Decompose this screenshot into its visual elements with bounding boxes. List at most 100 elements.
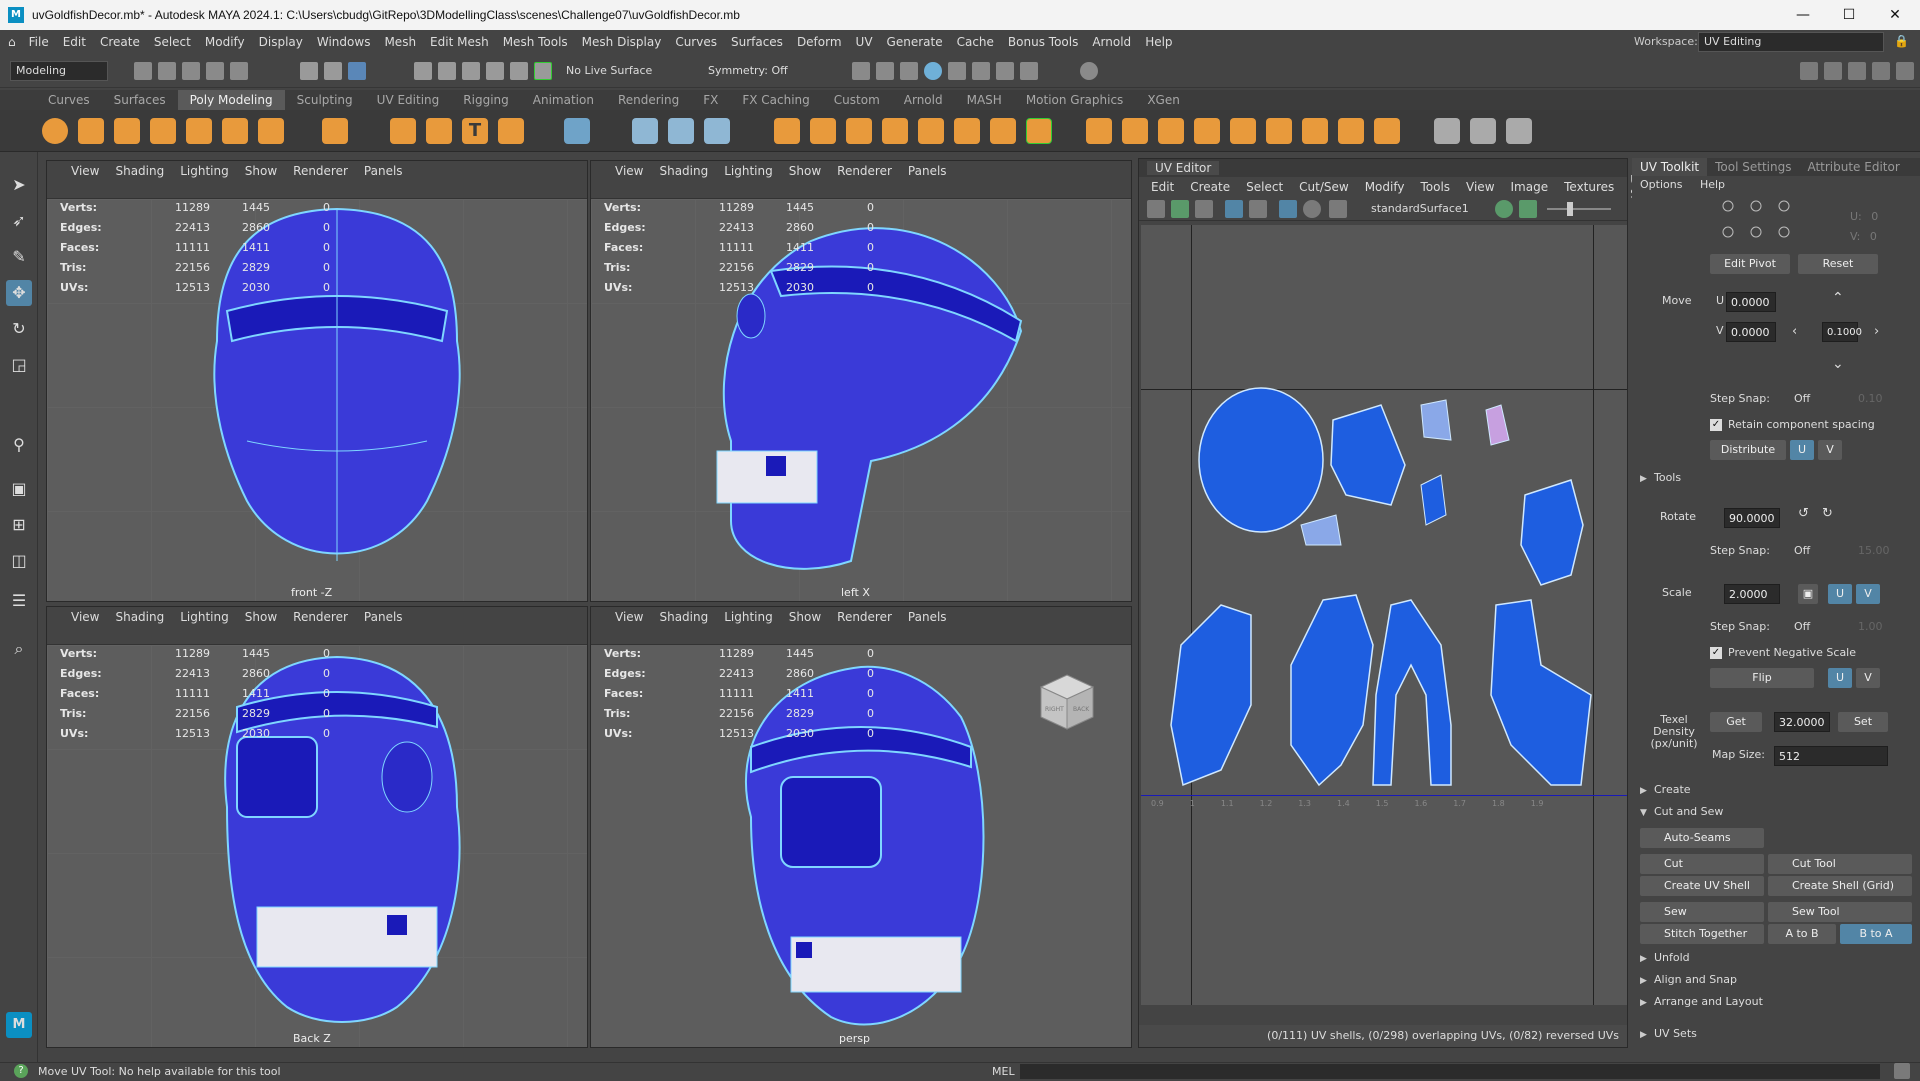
poly-cylinder-icon[interactable]	[114, 118, 140, 144]
poly-cube-icon[interactable]	[78, 118, 104, 144]
last-tool-icon[interactable]: ⚲	[6, 432, 32, 458]
shelf-tab-fx-caching[interactable]: FX Caching	[730, 90, 821, 110]
vp-menu-panels[interactable]: Panels	[900, 164, 955, 178]
viewport-toolbar[interactable]	[47, 181, 587, 199]
uv-slider-track[interactable]	[1547, 208, 1611, 210]
uv-menu-cut-sew[interactable]: Cut/Sew	[1291, 180, 1357, 194]
menu-curves[interactable]: Curves	[668, 35, 724, 49]
viewport-toolbar[interactable]	[591, 181, 1131, 199]
distribute-button[interactable]: Distribute	[1710, 440, 1786, 460]
uv-menu-image[interactable]: Image	[1503, 180, 1557, 194]
bridge-icon[interactable]	[1122, 118, 1148, 144]
select-object-icon[interactable]	[324, 62, 342, 80]
move-up-icon[interactable]: ⌃	[1832, 290, 1844, 306]
combine-icon[interactable]	[774, 118, 800, 144]
scale-step-snap-value[interactable]: 1.00	[1858, 620, 1883, 633]
menu-set-dropdown[interactable]: Modeling	[10, 61, 108, 81]
lock-icon[interactable]: 🔒	[1894, 34, 1909, 48]
four-view-icon[interactable]: ⊞	[6, 512, 32, 538]
reset-pivot-button[interactable]: Reset	[1798, 254, 1878, 274]
uv-menu-select[interactable]: Select	[1238, 180, 1291, 194]
menu-generate[interactable]: Generate	[880, 35, 950, 49]
uv-sets-section[interactable]: ▶ UV Sets	[1640, 1024, 1910, 1044]
workspace-dropdown[interactable]: UV Editing	[1698, 32, 1884, 52]
uv-dim-icon[interactable]	[1249, 200, 1267, 218]
vp-menu-show[interactable]: Show	[781, 610, 829, 624]
rotate-tool-icon[interactable]: ↻	[6, 316, 32, 342]
separate-icon[interactable]	[810, 118, 836, 144]
cut-button[interactable]: Cut	[1640, 854, 1764, 874]
sync-icon[interactable]	[1080, 62, 1098, 80]
scale-lock-icon[interactable]: ▣	[1798, 584, 1818, 604]
tab-attribute-editor[interactable]: Attribute Editor	[1799, 158, 1907, 176]
select-component-icon[interactable]	[348, 62, 366, 80]
hypershade-icon[interactable]	[924, 62, 942, 80]
rotate-step-snap-value[interactable]: 15.00	[1858, 544, 1890, 557]
snap-grid-icon[interactable]	[414, 62, 432, 80]
texture-dropdown[interactable]: standardSurface1	[1371, 202, 1469, 215]
vp-menu-view[interactable]: View	[607, 164, 651, 178]
save-scene-icon[interactable]	[182, 62, 200, 80]
menu-surfaces[interactable]: Surfaces	[724, 35, 790, 49]
menu-display[interactable]: Display	[252, 35, 310, 49]
prevent-negative-scale-checkbox[interactable]: ✓ Prevent Negative Scale	[1710, 646, 1856, 659]
uv-shaded-icon[interactable]	[1171, 200, 1189, 218]
tools-section[interactable]: ▶ Tools	[1640, 468, 1910, 488]
shelf-tab-poly-modeling[interactable]: Poly Modeling	[177, 90, 285, 110]
unfold-section[interactable]: ▶ Unfold	[1640, 948, 1910, 968]
fill-hole-icon[interactable]	[1026, 118, 1052, 144]
maximize-button[interactable]: ☐	[1826, 0, 1872, 30]
extrude-icon[interactable]	[1086, 118, 1112, 144]
menu-edit[interactable]: Edit	[56, 35, 93, 49]
snap-curve-icon[interactable]	[438, 62, 456, 80]
mel-label[interactable]: MEL	[992, 1063, 1015, 1081]
uv-menu-tools[interactable]: Tools	[1412, 180, 1458, 194]
shelf-tab-sculpting[interactable]: Sculpting	[285, 90, 365, 110]
vp-menu-renderer[interactable]: Renderer	[285, 164, 356, 178]
menu-bonus-tools[interactable]: Bonus Tools	[1001, 35, 1085, 49]
uv-editor-title[interactable]: UV Editor	[1147, 161, 1220, 175]
snap-view-icon[interactable]	[486, 62, 504, 80]
uv-grid-toggle-icon[interactable]	[1279, 200, 1297, 218]
uv-texture-icon[interactable]	[1195, 200, 1213, 218]
vp-menu-shading[interactable]: Shading	[651, 610, 716, 624]
script-editor-icon[interactable]	[1894, 1063, 1910, 1079]
vp-menu-lighting[interactable]: Lighting	[172, 164, 237, 178]
type-tool-icon[interactable]: T	[462, 118, 488, 144]
uv-menu-modify[interactable]: Modify	[1357, 180, 1413, 194]
snap-surface-icon[interactable]	[510, 62, 528, 80]
vp-menu-lighting[interactable]: Lighting	[716, 164, 781, 178]
sculpt-icon[interactable]	[1434, 118, 1460, 144]
insert-edge-loop-icon[interactable]	[1266, 118, 1292, 144]
ipr-render-icon[interactable]	[900, 62, 918, 80]
poly-torus-icon[interactable]	[186, 118, 212, 144]
rotate-step-snap-dropdown[interactable]: Off	[1794, 544, 1810, 557]
uv-coords-icon[interactable]	[704, 118, 730, 144]
flip-v-button[interactable]: V	[1856, 668, 1880, 688]
menu-mesh-tools[interactable]: Mesh Tools	[496, 35, 575, 49]
vp-menu-show[interactable]: Show	[237, 610, 285, 624]
redo-icon[interactable]	[230, 62, 248, 80]
smooth-icon[interactable]	[846, 118, 872, 144]
vp-menu-view[interactable]: View	[63, 164, 107, 178]
a-to-b-button[interactable]: A to B	[1768, 924, 1836, 944]
sew-tool-button[interactable]: Sew Tool	[1768, 902, 1912, 922]
toolkit-help-menu[interactable]: Help	[1700, 178, 1725, 191]
two-view-icon[interactable]: ◫	[6, 548, 32, 574]
uv-pixel-snap-icon[interactable]	[1303, 200, 1321, 218]
menu-uv[interactable]: UV	[849, 35, 880, 49]
uv-slider-handle[interactable]	[1567, 202, 1573, 216]
texel-get-button[interactable]: Get	[1710, 712, 1762, 732]
reduce-icon[interactable]	[990, 118, 1016, 144]
render-frame-icon[interactable]	[852, 62, 870, 80]
rotate-cw-icon[interactable]: ↻	[1822, 506, 1833, 521]
shelf-tab-rigging[interactable]: Rigging	[451, 90, 520, 110]
open-scene-icon[interactable]	[158, 62, 176, 80]
retain-spacing-checkbox[interactable]: ✓ Retain component spacing	[1710, 418, 1875, 431]
move-left-icon[interactable]: ‹	[1792, 324, 1797, 339]
create-uv-shell-button[interactable]: Create UV Shell	[1640, 876, 1764, 896]
vp-menu-lighting[interactable]: Lighting	[172, 610, 237, 624]
uv-menu-view[interactable]: View	[1458, 180, 1502, 194]
mirror-icon[interactable]	[918, 118, 944, 144]
help-icon[interactable]: ?	[14, 1064, 28, 1078]
